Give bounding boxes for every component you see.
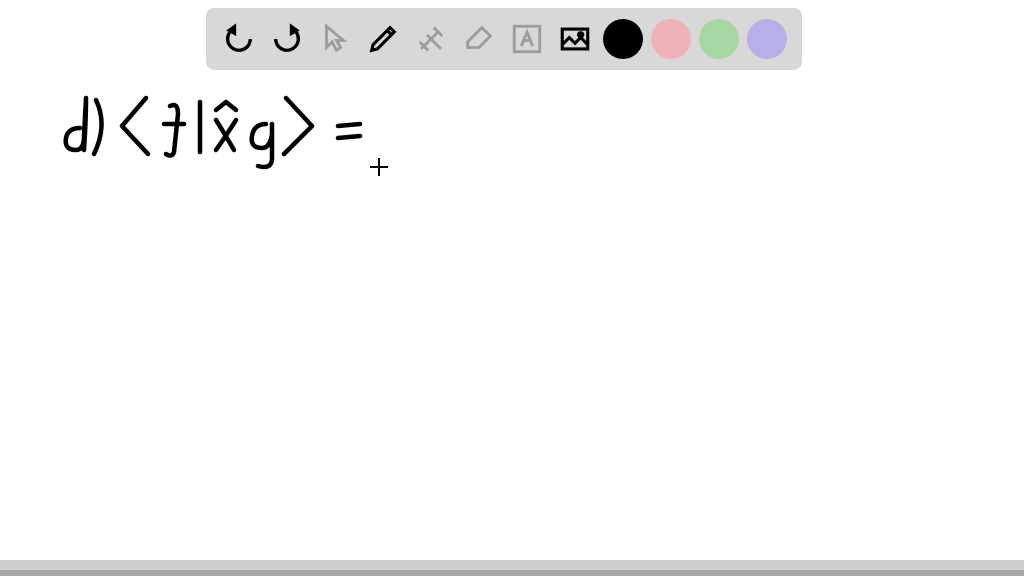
pointer-button[interactable] (312, 16, 358, 62)
text-button[interactable] (504, 16, 550, 62)
tools-icon (414, 22, 448, 56)
tools-button[interactable] (408, 16, 454, 62)
eraser-icon (462, 22, 496, 56)
pen-button[interactable] (360, 16, 406, 62)
color-black[interactable] (603, 19, 643, 59)
color-pink[interactable] (651, 19, 691, 59)
image-icon (558, 22, 592, 56)
undo-button[interactable] (216, 16, 262, 62)
redo-button[interactable] (264, 16, 310, 62)
text-icon (510, 22, 544, 56)
eraser-button[interactable] (456, 16, 502, 62)
bottom-bar-edge (0, 570, 1024, 576)
pointer-icon (318, 22, 352, 56)
redo-icon (270, 22, 304, 56)
handwritten-equation (50, 80, 370, 170)
image-button[interactable] (552, 16, 598, 62)
color-green[interactable] (699, 19, 739, 59)
color-purple[interactable] (747, 19, 787, 59)
bottom-bar (0, 560, 1024, 576)
drawing-toolbar: // replace first svg with cleaner one af… (206, 8, 802, 70)
undo-icon (222, 22, 256, 56)
drawing-canvas[interactable] (0, 70, 1024, 560)
crosshair-cursor (370, 158, 388, 176)
pen-icon (366, 22, 400, 56)
